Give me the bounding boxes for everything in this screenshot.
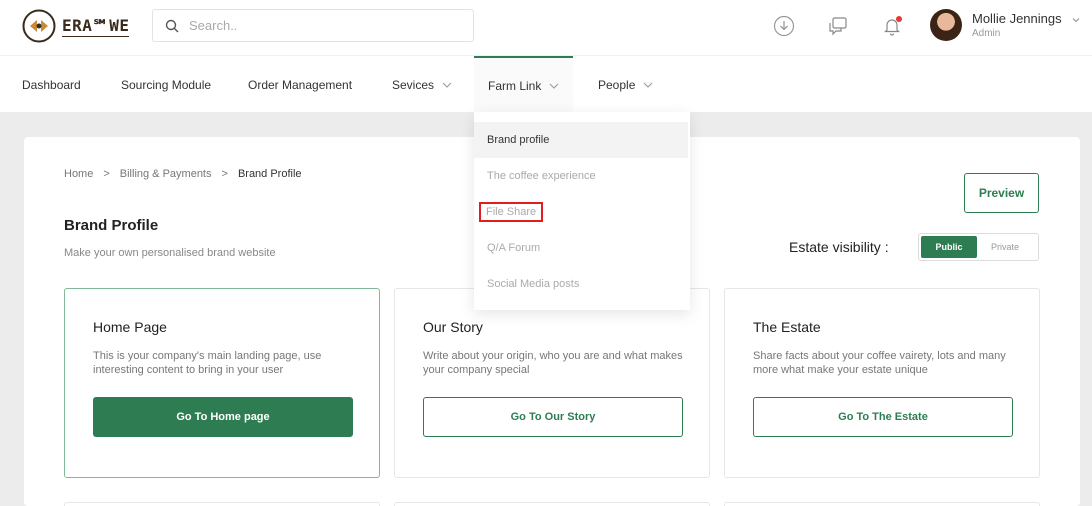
nav-label: Order Management: [248, 77, 353, 92]
nav-people[interactable]: People: [598, 56, 653, 113]
download-button[interactable]: [772, 14, 796, 38]
header-actions: [772, 14, 934, 38]
breadcrumb: Home > Billing & Payments > Brand Profil…: [64, 168, 302, 180]
nav-label: Sourcing Module: [121, 77, 212, 92]
breadcrumb-home[interactable]: Home: [64, 168, 93, 180]
dropdown-item-label: File Share: [479, 202, 544, 222]
tile-next-row: [724, 502, 1040, 506]
dropdown-item-label: Q/A Forum: [487, 242, 541, 254]
avatar: [930, 9, 962, 41]
brand-logo-text: ERA℠WE: [62, 15, 130, 37]
farm-link-dropdown: Brand profile The coffee experience File…: [474, 112, 690, 310]
nav-label: Farm Link: [488, 78, 542, 93]
search-box[interactable]: [152, 9, 474, 42]
nav-dashboard[interactable]: Dashboard: [22, 56, 81, 113]
tile-description: This is your company's main landing page…: [93, 350, 322, 376]
dropdown-item-coffee-experience[interactable]: The coffee experience: [474, 158, 688, 194]
nav-services[interactable]: Sevices: [392, 56, 452, 113]
go-to-home-page-button[interactable]: Go To Home page: [93, 397, 353, 437]
nav-farm-link[interactable]: Farm Link: [474, 56, 574, 113]
dropdown-item-label: Social Media posts: [487, 278, 580, 290]
estate-visibility-toggle: Public Private: [918, 233, 1039, 261]
search-input[interactable]: [189, 18, 449, 33]
chevron-down-icon: [549, 83, 559, 89]
nav-label: Sevices: [392, 77, 435, 92]
main-nav: Dashboard Sourcing Module Order Manageme…: [0, 55, 1092, 113]
nav-sourcing-module[interactable]: Sourcing Module: [121, 56, 211, 113]
user-name: Mollie Jennings: [972, 11, 1062, 26]
visibility-private-option[interactable]: Private: [977, 236, 1033, 258]
tile-description: Write about your origin, who you are and…: [423, 350, 683, 376]
tile-description: Share facts about your coffee vairety, l…: [753, 350, 1006, 376]
dropdown-item-label: The coffee experience: [487, 170, 596, 182]
nav-label: People: [598, 77, 636, 92]
go-to-our-story-button[interactable]: Go To Our Story: [423, 397, 683, 437]
user-menu[interactable]: Mollie Jennings Admin: [930, 9, 1080, 41]
brand-logo[interactable]: ERA℠WE: [22, 9, 130, 43]
notifications-button[interactable]: [880, 14, 904, 38]
preview-button[interactable]: Preview: [964, 173, 1039, 213]
nav-label: Dashboard: [22, 77, 81, 92]
top-bar: ERA℠WE Search.. Mollie Jennings Admin: [0, 0, 1092, 55]
visibility-public-option[interactable]: Public: [921, 236, 977, 258]
breadcrumb-current: Brand Profile: [237, 168, 302, 180]
page-subtitle: Make your own personalised brand website: [64, 247, 276, 259]
search-icon: [165, 19, 179, 32]
tile-next-row: [64, 502, 380, 506]
coffee-bean-logo-icon: [22, 9, 56, 43]
tile-the-estate: The Estate Share facts about your coffee…: [724, 288, 1040, 478]
breadcrumb-separator: >: [103, 168, 110, 180]
page-title: Brand Profile: [64, 217, 159, 234]
tile-title: Our Story: [423, 319, 483, 335]
go-to-the-estate-button[interactable]: Go To The Estate: [753, 397, 1013, 437]
nav-order-management[interactable]: Order Management: [248, 56, 352, 113]
dropdown-item-label: Brand profile: [487, 134, 550, 146]
chat-button[interactable]: [826, 14, 850, 38]
tile-next-row: [394, 502, 710, 506]
chevron-down-icon: [442, 82, 452, 88]
download-icon: [773, 15, 795, 37]
chevron-down-icon: [643, 82, 653, 88]
breadcrumb-billing-payments[interactable]: Billing & Payments: [120, 168, 212, 180]
dropdown-item-social-media-posts[interactable]: Social Media posts: [474, 266, 688, 302]
chat-icon: [829, 17, 847, 36]
breadcrumb-separator: >: [221, 168, 228, 180]
user-role: Admin: [972, 28, 1001, 39]
dropdown-item-file-share[interactable]: File Share: [474, 194, 688, 230]
tile-title: The Estate: [753, 319, 821, 335]
dropdown-item-qa-forum[interactable]: Q/A Forum: [474, 230, 688, 266]
tile-home-page: Home Page This is your company's main la…: [64, 288, 380, 478]
notification-dot: [896, 16, 902, 22]
dropdown-item-brand-profile[interactable]: Brand profile: [474, 122, 688, 158]
tile-title: Home Page: [93, 319, 167, 335]
tile-our-story: Our Story Write about your origin, who y…: [394, 288, 710, 478]
chevron-down-icon: [1072, 18, 1080, 23]
estate-visibility-label: Estate visibility :: [789, 239, 889, 255]
